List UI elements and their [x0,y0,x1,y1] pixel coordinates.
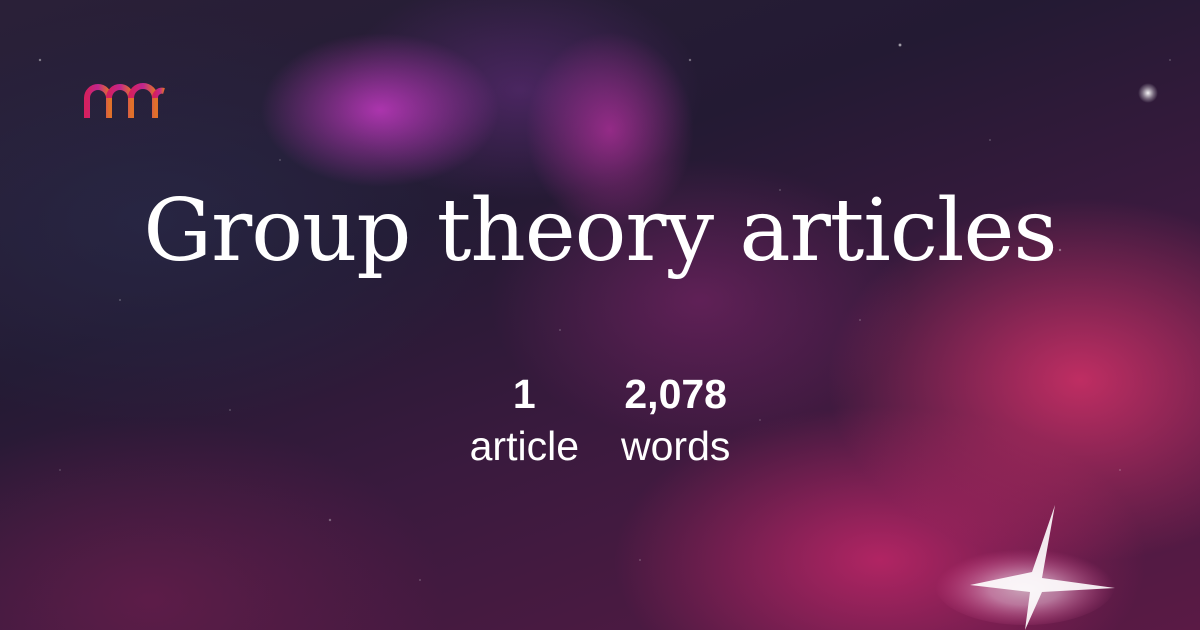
page-title: Group theory articles [143,181,1057,281]
hero-background: Group theory articles 1 article 2,078 wo… [0,0,1200,630]
stats-row: 1 article 2,078 words [0,368,1200,472]
stat-value: 1 [512,371,536,417]
stat-value: 2,078 [624,371,727,417]
bright-star [1138,83,1158,103]
stat-label: article [469,423,579,469]
stat-label: words [621,423,731,469]
stat-articles: 1 article [470,368,579,472]
sparkle-star-icon [935,505,1115,630]
brand-logo-icon[interactable] [82,76,166,120]
stat-words: 2,078 words [621,368,730,472]
